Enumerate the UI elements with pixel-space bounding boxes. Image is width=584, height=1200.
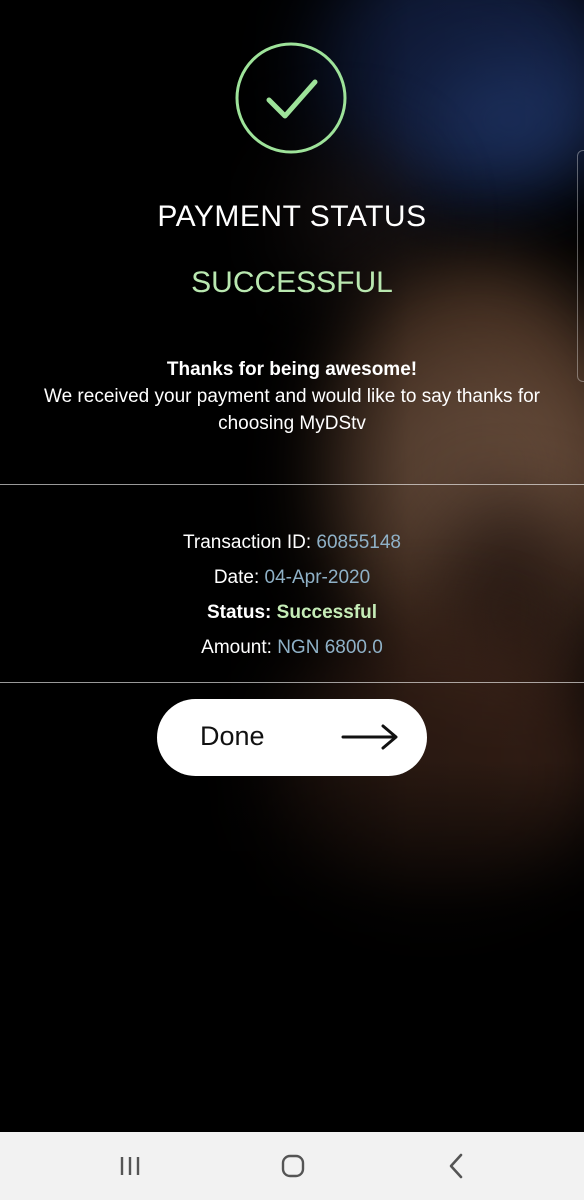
thank-you-message: Thanks for being awesome! We received yo… — [20, 356, 564, 437]
date-row: Date: 04-Apr-2020 — [0, 563, 584, 598]
page-title: PAYMENT STATUS — [157, 200, 427, 233]
check-circle-icon — [235, 42, 347, 154]
payment-result: SUCCESSFUL — [191, 266, 393, 299]
arrow-right-icon — [341, 724, 398, 750]
status-row: Status: Successful — [0, 598, 584, 633]
done-button[interactable]: Done — [157, 699, 427, 776]
recents-icon[interactable] — [114, 1150, 146, 1182]
transaction-id-row: Transaction ID: 60855148 — [0, 528, 584, 563]
system-navigation-bar — [0, 1132, 584, 1200]
payment-status-screen: PAYMENT STATUS SUCCESSFUL Thanks for bei… — [0, 0, 584, 1200]
divider-bottom — [0, 682, 584, 683]
transaction-id-value: 60855148 — [316, 532, 401, 553]
amount-value: NGN 6800.0 — [277, 637, 383, 658]
date-label: Date: — [213, 567, 260, 588]
divider-top — [0, 484, 584, 485]
status-value: Successful — [276, 602, 377, 623]
home-icon[interactable] — [277, 1150, 309, 1182]
amount-row: Amount: NGN 6800.0 — [0, 633, 584, 668]
thank-you-body: We received your payment and would like … — [43, 386, 540, 434]
transaction-id-label: Transaction ID: — [183, 532, 312, 553]
date-value: 04-Apr-2020 — [264, 567, 371, 588]
transaction-details: Transaction ID: 60855148 Date: 04-Apr-20… — [0, 528, 584, 668]
status-label: Status: — [206, 602, 272, 623]
done-button-label: Done — [200, 721, 265, 751]
back-icon[interactable] — [441, 1150, 473, 1182]
thank-you-heading: Thanks for being awesome! — [166, 359, 418, 380]
amount-label: Amount: — [201, 637, 272, 658]
